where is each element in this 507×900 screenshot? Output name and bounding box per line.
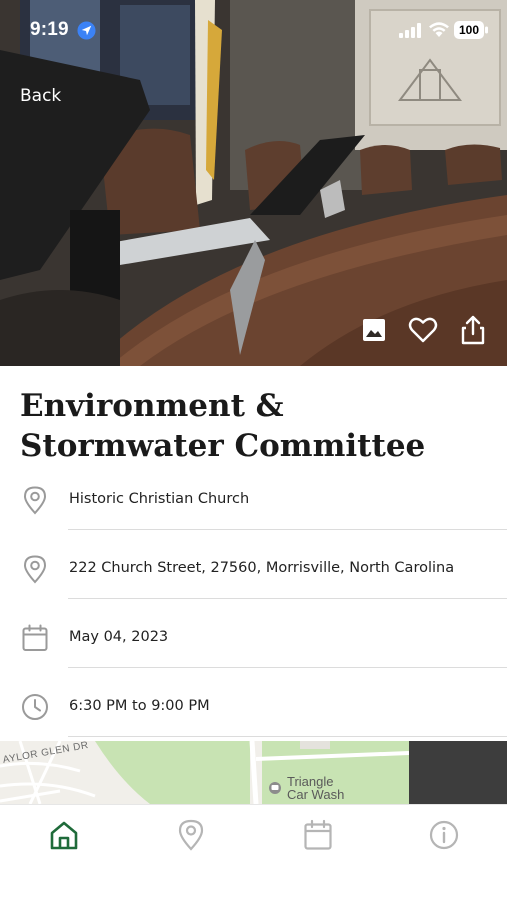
share-icon	[461, 315, 485, 345]
tab-bar	[0, 804, 507, 900]
battery-level: 100	[458, 23, 480, 37]
back-button[interactable]: Back	[20, 86, 61, 106]
divider	[68, 667, 507, 668]
wifi-icon	[429, 22, 449, 37]
event-date: May 04, 2023	[69, 629, 169, 645]
tab-info[interactable]	[427, 818, 461, 852]
event-title: Environment & Stormwater Committee	[20, 388, 426, 464]
view-photos-button[interactable]	[358, 314, 390, 346]
event-address: 222 Church Street, 27560, Morrisville, N…	[69, 560, 455, 576]
info-icon	[429, 820, 459, 850]
map-place-line2: Car Wash	[287, 787, 345, 802]
event-map[interactable]: AYLOR GLEN DR Triangle Car Wash	[0, 741, 507, 804]
clock-icon	[22, 694, 48, 720]
favorite-button[interactable]	[407, 314, 439, 346]
tab-home[interactable]	[47, 818, 81, 852]
status-time: 9:19	[30, 19, 69, 40]
image-icon	[363, 319, 385, 341]
detail-row-address[interactable]: 222 Church Street, 27560, Morrisville, N…	[0, 554, 507, 623]
map-overlay	[409, 741, 507, 804]
location-pin-icon	[178, 819, 204, 851]
venue-name: Historic Christian Church	[69, 491, 250, 507]
calendar-icon	[22, 624, 48, 651]
location-pin-icon	[23, 555, 47, 584]
divider	[68, 598, 507, 599]
detail-row-date: May 04, 2023	[0, 623, 507, 692]
detail-row-venue: Historic Christian Church	[0, 485, 507, 554]
tab-calendar[interactable]	[301, 818, 335, 852]
divider	[68, 736, 507, 737]
location-arrow-icon	[77, 21, 96, 40]
divider	[68, 529, 507, 530]
map-place-label: Triangle Car Wash	[287, 775, 344, 801]
home-icon	[50, 821, 78, 850]
tab-locations[interactable]	[174, 818, 208, 852]
calendar-icon	[304, 819, 332, 850]
location-pin-icon	[23, 486, 47, 515]
status-bar: 9:19 100	[0, 0, 507, 60]
event-time: 6:30 PM to 9:00 PM	[69, 698, 210, 714]
event-hero-photo: 9:19 100 Back	[0, 0, 507, 366]
signal-icon	[399, 23, 421, 38]
heart-icon	[408, 317, 438, 343]
share-button[interactable]	[457, 314, 489, 346]
